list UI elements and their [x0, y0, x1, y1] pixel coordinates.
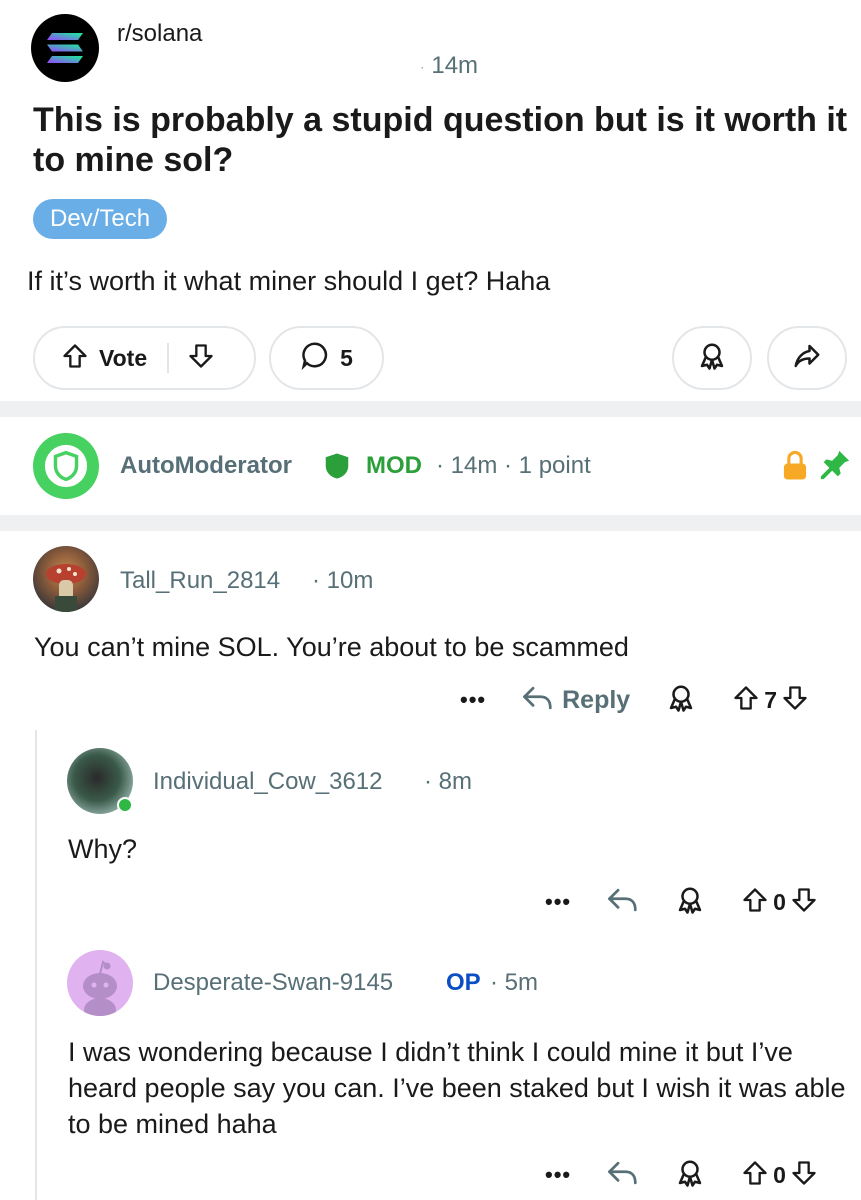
comment-author[interactable]: Individual_Cow_3612 — [153, 768, 383, 796]
post-body: If it’s worth it what miner should I get… — [27, 266, 551, 296]
comment-score: 7 — [764, 686, 777, 713]
comment-meta: · 5m — [490, 969, 538, 996]
comment-author[interactable]: Tall_Run_2814 — [120, 567, 280, 595]
more-options-icon[interactable]: ••• — [545, 1162, 571, 1188]
lock-icon — [780, 450, 810, 487]
more-options-icon[interactable]: ••• — [545, 889, 571, 915]
upvote-icon[interactable] — [741, 886, 769, 919]
reply-icon[interactable] — [522, 684, 554, 717]
post-flair[interactable]: Dev/Tech — [33, 199, 168, 239]
mod-shield-icon — [320, 451, 354, 486]
comment-actions: ••• 0 — [545, 1155, 818, 1195]
avatar[interactable] — [33, 546, 99, 612]
vote-divider — [167, 343, 170, 373]
section-divider — [0, 515, 861, 531]
award-button[interactable] — [672, 326, 752, 390]
comment-count: 5 — [340, 344, 353, 371]
snoo-avatar-icon — [83, 960, 117, 1016]
post-time-value: 14m — [431, 52, 479, 79]
comment-body: I was wondering because I didn’t think I… — [68, 1037, 846, 1139]
solana-logo-icon — [47, 33, 83, 63]
comment-score: 0 — [773, 1161, 786, 1188]
automod-meta: · 14m · 1 point — [436, 452, 591, 479]
comment-author[interactable]: Desperate-Swan-9145 — [153, 969, 393, 997]
more-options-icon[interactable]: ••• — [460, 687, 486, 713]
downvote-icon[interactable] — [187, 342, 215, 375]
downvote-icon[interactable] — [790, 1159, 818, 1192]
comment-actions: ••• 0 — [545, 882, 818, 922]
vote-label: Vote — [99, 344, 148, 371]
mushroom-avatar-icon — [46, 564, 86, 612]
reply-icon[interactable] — [607, 886, 639, 919]
subreddit-name[interactable]: r/solana — [117, 20, 202, 48]
post-title[interactable]: This is probably a stupid question but i… — [33, 100, 853, 180]
vote-control: Vote — [33, 326, 256, 390]
reply-icon[interactable] — [607, 1159, 639, 1192]
award-icon — [697, 341, 727, 376]
comments-button[interactable]: 5 — [269, 326, 384, 390]
downvote-icon[interactable] — [781, 684, 809, 717]
comment-meta: · 10m — [312, 567, 374, 594]
comment-actions: ••• Reply 7 — [460, 680, 809, 720]
online-indicator — [117, 797, 133, 813]
thread-line[interactable] — [35, 730, 37, 1200]
automod-avatar[interactable] — [33, 433, 99, 499]
avatar[interactable] — [67, 950, 133, 1016]
reply-button[interactable]: Reply — [562, 686, 630, 715]
comment-body: You can’t mine SOL. You’re about to be s… — [34, 632, 629, 662]
downvote-icon[interactable] — [790, 886, 818, 919]
post-time: · 14m — [420, 52, 479, 79]
shield-icon — [44, 444, 88, 488]
section-divider — [0, 401, 861, 417]
automod-username[interactable]: AutoModerator — [120, 452, 292, 480]
comment-score: 0 — [773, 888, 786, 915]
share-button[interactable] — [767, 326, 847, 390]
comment-meta: · 8m — [424, 768, 472, 795]
award-icon[interactable] — [666, 683, 696, 718]
upvote-icon[interactable] — [61, 342, 89, 375]
upvote-icon[interactable] — [732, 684, 760, 717]
upvote-icon[interactable] — [741, 1159, 769, 1192]
mod-badge: MOD — [366, 452, 422, 479]
comment-bubble-icon — [300, 340, 330, 376]
comment-body: Why? — [68, 834, 138, 864]
op-badge: OP — [446, 969, 481, 996]
pin-icon — [818, 448, 852, 487]
share-arrow-icon — [792, 341, 822, 376]
subreddit-avatar[interactable] — [31, 14, 99, 82]
award-icon[interactable] — [675, 885, 705, 920]
award-icon[interactable] — [675, 1158, 705, 1193]
